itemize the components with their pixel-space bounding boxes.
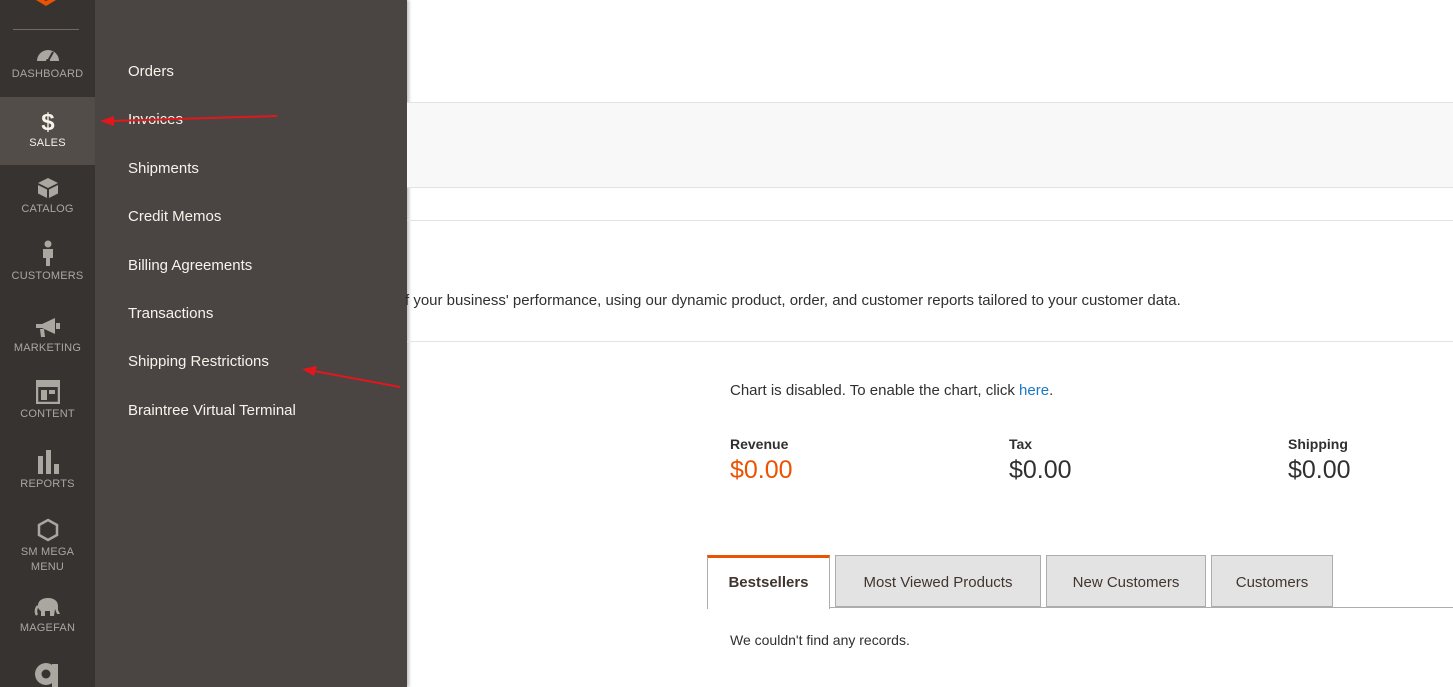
dollar-icon: $	[41, 109, 55, 133]
nav-divider	[13, 29, 79, 30]
shipping-label: Shipping	[1288, 436, 1348, 452]
chart-msg-text: Chart is disabled. To enable the chart, …	[730, 382, 1020, 399]
dashboard-icon	[36, 50, 59, 63]
submenu-item-shipments[interactable]: Shipments	[128, 160, 199, 177]
box-icon	[37, 178, 58, 198]
layout-icon	[35, 380, 60, 404]
advanced-reporting-intro: f your business' performance, using our …	[405, 292, 1181, 309]
page-actions-band	[407, 102, 1453, 188]
divider	[407, 220, 1453, 221]
tab-new-customers[interactable]: New Customers	[1046, 555, 1206, 607]
magento-logo-icon[interactable]	[33, 0, 59, 8]
nav-label: SM MEGA MENU	[20, 546, 75, 573]
tax-label: Tax	[1009, 436, 1033, 452]
tax-value: $0.00	[1009, 456, 1072, 484]
extension-logo-icon[interactable]	[33, 660, 61, 687]
no-records-message: We couldn't find any records.	[730, 632, 910, 648]
divider	[407, 341, 1453, 342]
nav-item-sm-mega-menu[interactable]: SM MEGA MENU	[0, 518, 95, 578]
tab-customers[interactable]: Customers	[1211, 555, 1333, 607]
elephant-icon	[34, 598, 60, 616]
submenu-item-credit-memos[interactable]: Credit Memos	[128, 208, 221, 225]
nav-item-reports[interactable]: REPORTS	[0, 450, 95, 492]
nav-label: MAGEFAN	[19, 622, 76, 634]
nav-label: MARKETING	[13, 342, 82, 354]
nav-item-content[interactable]: CONTENT	[0, 380, 95, 422]
shipping-value: $0.00	[1288, 456, 1351, 484]
hexagon-icon	[37, 518, 58, 542]
svg-text:$: $	[41, 109, 55, 133]
nav-label: DASHBOARD	[11, 68, 84, 80]
revenue-label: Revenue	[730, 436, 789, 452]
tab-bestsellers[interactable]: Bestsellers	[707, 555, 830, 609]
bar-chart-icon	[37, 450, 59, 474]
nav-label: SALES	[29, 137, 66, 149]
nav-item-customers[interactable]: CUSTOMERS	[0, 240, 95, 292]
nav-item-catalog[interactable]: CATALOG	[0, 177, 95, 229]
chart-msg-suffix: .	[1049, 382, 1054, 399]
person-icon	[42, 240, 53, 266]
revenue-value: $0.00	[730, 456, 793, 484]
main-content: f your business' performance, using our …	[405, 0, 1453, 687]
megaphone-icon	[35, 318, 60, 337]
enable-chart-link[interactable]: here	[1019, 382, 1049, 399]
submenu-item-shipping-restrictions[interactable]: Shipping Restrictions	[128, 353, 269, 370]
chart-disabled-message: Chart is disabled. To enable the chart, …	[730, 382, 1053, 399]
submenu-item-orders[interactable]: Orders	[128, 63, 174, 80]
submenu-item-braintree-virtual-terminal[interactable]: Braintree Virtual Terminal	[128, 402, 296, 419]
tab-most-viewed-products[interactable]: Most Viewed Products	[835, 555, 1041, 607]
submenu-item-transactions[interactable]: Transactions	[128, 305, 213, 322]
nav-label: CONTENT	[20, 408, 75, 420]
submenu-item-billing-agreements[interactable]: Billing Agreements	[128, 257, 252, 274]
nav-label: CUSTOMERS	[11, 270, 84, 282]
nav-item-dashboard[interactable]: DASHBOARD	[0, 44, 95, 96]
nav-item-sales[interactable]: $ SALES	[0, 97, 95, 165]
submenu-item-invoices[interactable]: Invoices	[128, 111, 183, 128]
sales-submenu: Orders Invoices Shipments Credit Memos B…	[95, 0, 407, 687]
nav-item-magefan[interactable]: MAGEFAN	[0, 596, 95, 638]
nav-item-marketing[interactable]: MARKETING	[0, 318, 95, 360]
nav-label: REPORTS	[20, 478, 75, 490]
admin-sidebar: DASHBOARD $ SALES CATALOG CUSTOMERS MARK…	[0, 0, 95, 687]
nav-label: CATALOG	[21, 203, 74, 215]
